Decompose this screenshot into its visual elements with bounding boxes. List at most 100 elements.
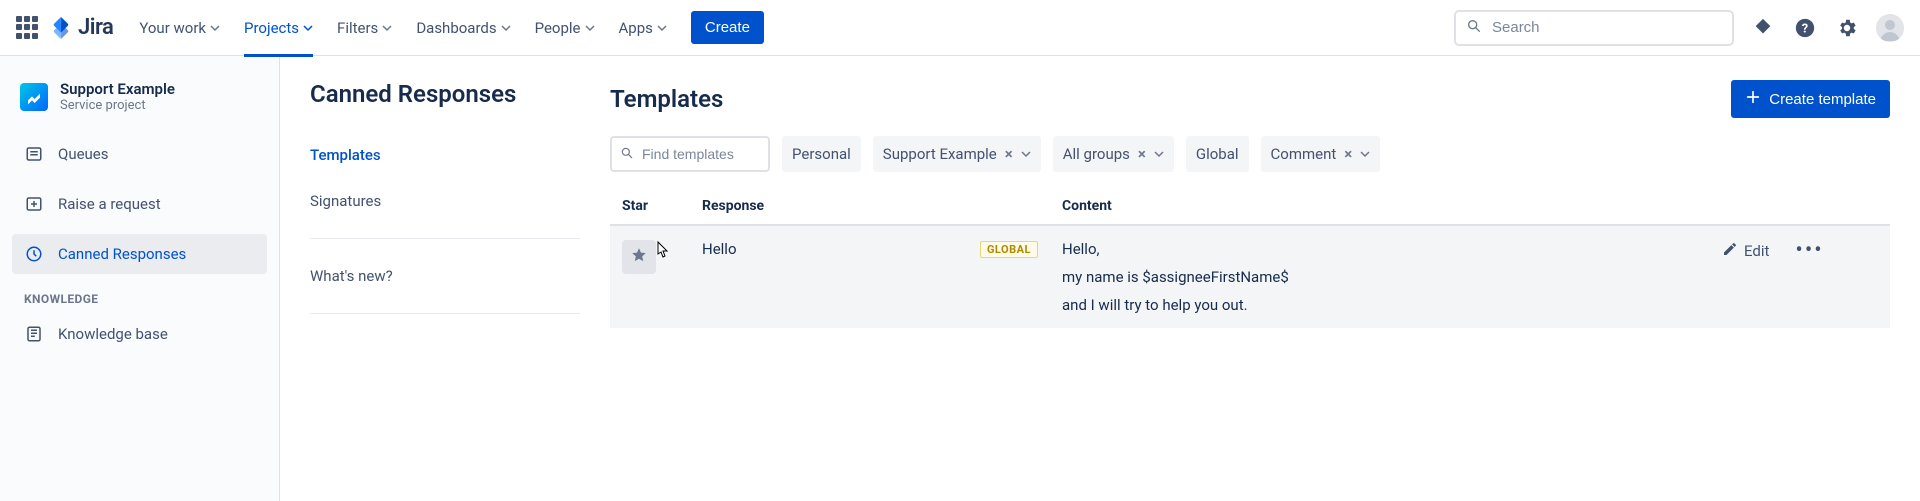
filter-chip-personal[interactable]: Personal bbox=[782, 136, 861, 172]
template-content-preview: Hello, my name is $assigneeFirstName$ an… bbox=[1062, 240, 1698, 314]
menu-dashboards[interactable]: Dashboards bbox=[416, 0, 510, 56]
menu-your-work[interactable]: Your work bbox=[139, 0, 220, 56]
menu-filters[interactable]: Filters bbox=[337, 0, 392, 56]
chevron-down-icon bbox=[585, 23, 595, 33]
user-avatar[interactable] bbox=[1876, 14, 1904, 42]
templates-table: Star Response Content bbox=[610, 188, 1890, 328]
filter-chip-comment[interactable]: Comment × bbox=[1261, 136, 1381, 172]
canned-responses-icon bbox=[24, 244, 44, 264]
chip-label: All groups bbox=[1063, 145, 1130, 163]
chevron-down-icon bbox=[1154, 145, 1164, 163]
menu-label: Filters bbox=[337, 19, 378, 37]
filter-chip-groups[interactable]: All groups × bbox=[1053, 136, 1174, 172]
chevron-down-icon bbox=[210, 23, 220, 33]
project-name: Support Example bbox=[60, 80, 175, 98]
chip-clear-icon[interactable]: × bbox=[1003, 145, 1015, 163]
global-search[interactable] bbox=[1454, 10, 1734, 46]
chip-label: Comment bbox=[1271, 145, 1337, 163]
menu-apps[interactable]: Apps bbox=[619, 0, 667, 56]
menu-label: People bbox=[535, 19, 581, 37]
create-template-button[interactable]: Create template bbox=[1731, 80, 1890, 118]
content-line: my name is $assigneeFirstName$ bbox=[1062, 268, 1698, 286]
menu-label: Projects bbox=[244, 19, 299, 37]
find-templates-input[interactable] bbox=[640, 145, 760, 163]
chip-label: Support Example bbox=[883, 145, 997, 163]
project-sidebar: Support Example Service project Queues R… bbox=[0, 56, 280, 501]
star-toggle[interactable] bbox=[622, 240, 656, 274]
sidebar-item-label: Knowledge base bbox=[58, 325, 168, 343]
menu-label: Your work bbox=[139, 19, 206, 37]
content-title: Templates bbox=[610, 85, 723, 113]
top-right-icons: ? bbox=[1750, 14, 1904, 42]
chevron-down-icon bbox=[303, 23, 313, 33]
chip-label: Personal bbox=[792, 145, 851, 163]
global-search-input[interactable] bbox=[1490, 18, 1722, 37]
project-subtitle: Service project bbox=[60, 98, 175, 114]
jira-logo[interactable]: Jira bbox=[50, 15, 113, 40]
col-actions bbox=[1710, 188, 1890, 225]
sidebar-item-queues[interactable]: Queues bbox=[12, 134, 267, 174]
content-line: and I will try to help you out. bbox=[1062, 296, 1698, 314]
chevron-down-icon bbox=[657, 23, 667, 33]
queues-icon bbox=[24, 144, 44, 164]
chevron-down-icon bbox=[382, 23, 392, 33]
subnav-divider bbox=[310, 238, 580, 239]
template-name: Hello bbox=[702, 240, 968, 258]
col-response: Response bbox=[690, 188, 1050, 225]
create-template-label: Create template bbox=[1769, 91, 1876, 108]
menu-projects[interactable]: Projects bbox=[244, 0, 313, 56]
sidebar-item-knowledge-base[interactable]: Knowledge base bbox=[12, 314, 267, 354]
edit-label: Edit bbox=[1744, 242, 1769, 260]
template-row[interactable]: Hello GLOBAL Hello, my name is $assignee… bbox=[610, 225, 1890, 328]
sidebar-item-raise-request[interactable]: Raise a request bbox=[12, 184, 267, 224]
filter-row: Personal Support Example × All groups × … bbox=[610, 136, 1890, 172]
subnav-item-whats-new[interactable]: What's new? bbox=[280, 253, 610, 299]
sidebar-section-knowledge: KNOWLEDGE bbox=[12, 274, 267, 314]
row-more-menu[interactable]: ••• bbox=[1795, 240, 1823, 262]
edit-template-link[interactable]: Edit bbox=[1722, 241, 1769, 261]
raise-request-icon bbox=[24, 194, 44, 214]
svg-text:?: ? bbox=[1802, 21, 1808, 36]
sidebar-item-label: Canned Responses bbox=[58, 245, 186, 263]
filter-chip-project[interactable]: Support Example × bbox=[873, 136, 1041, 172]
chip-clear-icon[interactable]: × bbox=[1342, 145, 1354, 163]
find-templates-box[interactable] bbox=[610, 136, 770, 172]
canned-responses-subnav: Canned Responses Templates Signatures Wh… bbox=[280, 56, 610, 501]
help-icon[interactable]: ? bbox=[1792, 15, 1818, 41]
chevron-down-icon bbox=[1021, 145, 1031, 163]
chip-label: Global bbox=[1196, 145, 1239, 163]
plus-icon bbox=[1745, 89, 1761, 109]
content-line: Hello, bbox=[1062, 240, 1698, 258]
menu-people[interactable]: People bbox=[535, 0, 595, 56]
sidebar-item-label: Queues bbox=[58, 145, 109, 163]
chevron-down-icon bbox=[501, 23, 511, 33]
filter-chip-global[interactable]: Global bbox=[1186, 136, 1249, 172]
subnav-title: Canned Responses bbox=[310, 80, 610, 108]
notifications-icon[interactable] bbox=[1750, 15, 1776, 41]
star-icon bbox=[630, 246, 648, 268]
chip-clear-icon[interactable]: × bbox=[1136, 145, 1148, 163]
pencil-icon bbox=[1722, 241, 1738, 261]
col-content: Content bbox=[1050, 188, 1710, 225]
project-header[interactable]: Support Example Service project bbox=[12, 80, 267, 134]
create-button[interactable]: Create bbox=[691, 11, 764, 44]
templates-content: Templates Create template Personal Suppo… bbox=[610, 56, 1920, 501]
menu-label: Apps bbox=[619, 19, 653, 37]
jira-mark-icon bbox=[50, 17, 72, 39]
project-icon bbox=[20, 83, 48, 111]
sidebar-item-canned-responses[interactable]: Canned Responses bbox=[12, 234, 267, 274]
menu-label: Dashboards bbox=[416, 19, 496, 37]
jira-wordmark: Jira bbox=[78, 15, 113, 40]
subnav-divider bbox=[310, 313, 580, 314]
app-switcher-icon[interactable] bbox=[16, 16, 40, 40]
search-icon bbox=[1466, 18, 1482, 38]
col-star: Star bbox=[610, 188, 690, 225]
chevron-down-icon bbox=[1360, 145, 1370, 163]
sidebar-item-label: Raise a request bbox=[58, 195, 161, 213]
search-icon bbox=[620, 145, 634, 164]
scope-badge: GLOBAL bbox=[980, 241, 1038, 258]
top-nav: Jira Your work Projects Filters Dashboar… bbox=[0, 0, 1920, 56]
settings-icon[interactable] bbox=[1834, 15, 1860, 41]
subnav-item-templates[interactable]: Templates bbox=[280, 132, 610, 178]
subnav-item-signatures[interactable]: Signatures bbox=[280, 178, 610, 224]
